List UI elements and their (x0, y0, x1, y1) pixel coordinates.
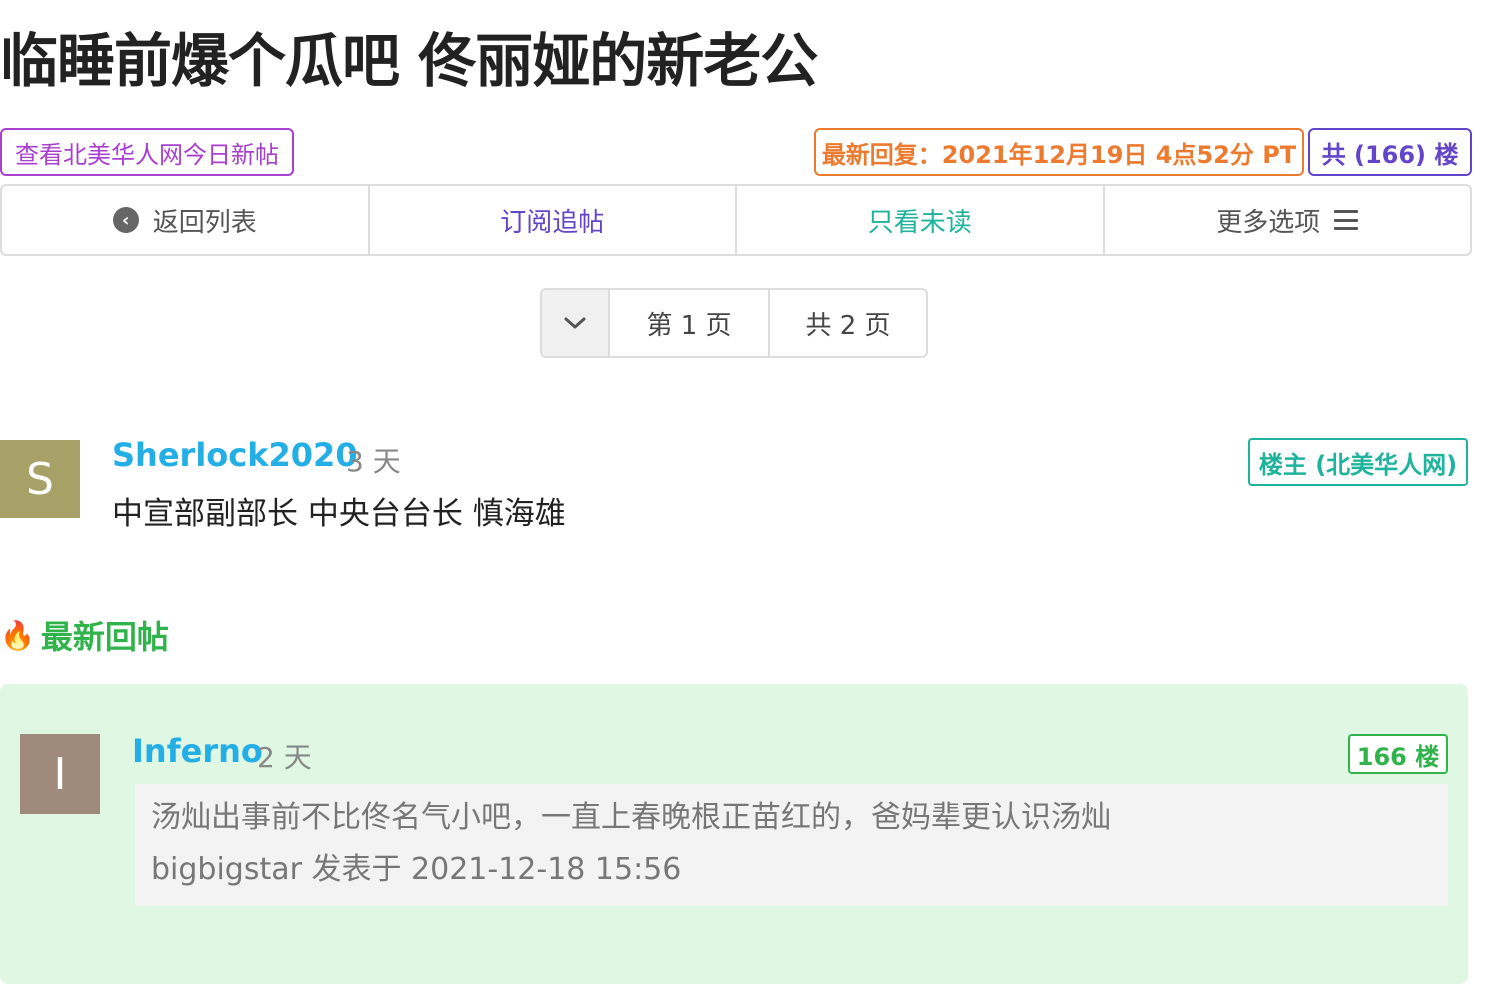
quote-text: 汤灿出事前不比佟名气小吧，一直上春晚根正苗红的，爸妈辈更认识汤灿 (151, 800, 1111, 835)
op-post-time: 3 天 (346, 445, 401, 478)
quote-block: 汤灿出事前不比佟名气小吧，一直上春晚根正苗红的，爸妈辈更认识汤灿 bigbigs… (135, 784, 1448, 906)
page-title: 临睡前爆个瓜吧 佟丽娅的新老公 (0, 27, 818, 95)
thread-toolbar: ‹ 返回列表 订阅追帖 只看未读 更多选项 (0, 184, 1472, 256)
chevron-down-icon (564, 317, 586, 329)
current-page[interactable]: 第 1 页 (610, 290, 770, 356)
back-to-list-button[interactable]: ‹ 返回列表 (2, 186, 370, 254)
avatar[interactable]: S (0, 440, 80, 518)
pagination: 第 1 页 共 2 页 (540, 288, 928, 358)
reply-author-name[interactable]: Inferno (132, 732, 263, 770)
unread-only-button[interactable]: 只看未读 (737, 186, 1105, 254)
chevron-left-icon: ‹ (112, 207, 139, 233)
op-author-name[interactable]: Sherlock2020 (112, 436, 358, 474)
reply-post-time: 2 天 (257, 741, 312, 774)
subscribe-button[interactable]: 订阅追帖 (370, 186, 737, 254)
page-dropdown-toggle[interactable] (542, 290, 610, 356)
menu-icon (1334, 210, 1359, 230)
quote-meta: bigbigstar 发表于 2021-12-18 15:56 (151, 852, 682, 887)
subscribe-label: 订阅追帖 (500, 207, 605, 238)
latest-replies-label: 最新回帖 (40, 618, 169, 656)
op-content: 中宣部副部长 中央台台长 慎海雄 (112, 496, 566, 532)
back-label: 返回列表 (152, 207, 257, 238)
today-news-link[interactable]: 查看北美华人网今日新帖 (0, 128, 294, 176)
total-pages: 共 2 页 (805, 310, 891, 341)
more-options-label: 更多选项 (1216, 207, 1321, 238)
op-badge: 楼主 (北美华人网) (1248, 438, 1468, 486)
floor-count-badge[interactable]: 共 (166) 楼 (1308, 128, 1472, 176)
fire-icon: 🔥 (0, 618, 35, 652)
floor-number-badge[interactable]: 166 楼 (1348, 734, 1448, 774)
latest-reply-badge[interactable]: 最新回复：2021年12月19日 4点52分 PT (814, 128, 1304, 176)
more-options-button[interactable]: 更多选项 (1105, 186, 1471, 254)
latest-replies-header: 🔥 最新回帖 (0, 612, 169, 658)
unread-only-label: 只看未读 (867, 207, 972, 238)
avatar[interactable]: I (20, 734, 100, 814)
